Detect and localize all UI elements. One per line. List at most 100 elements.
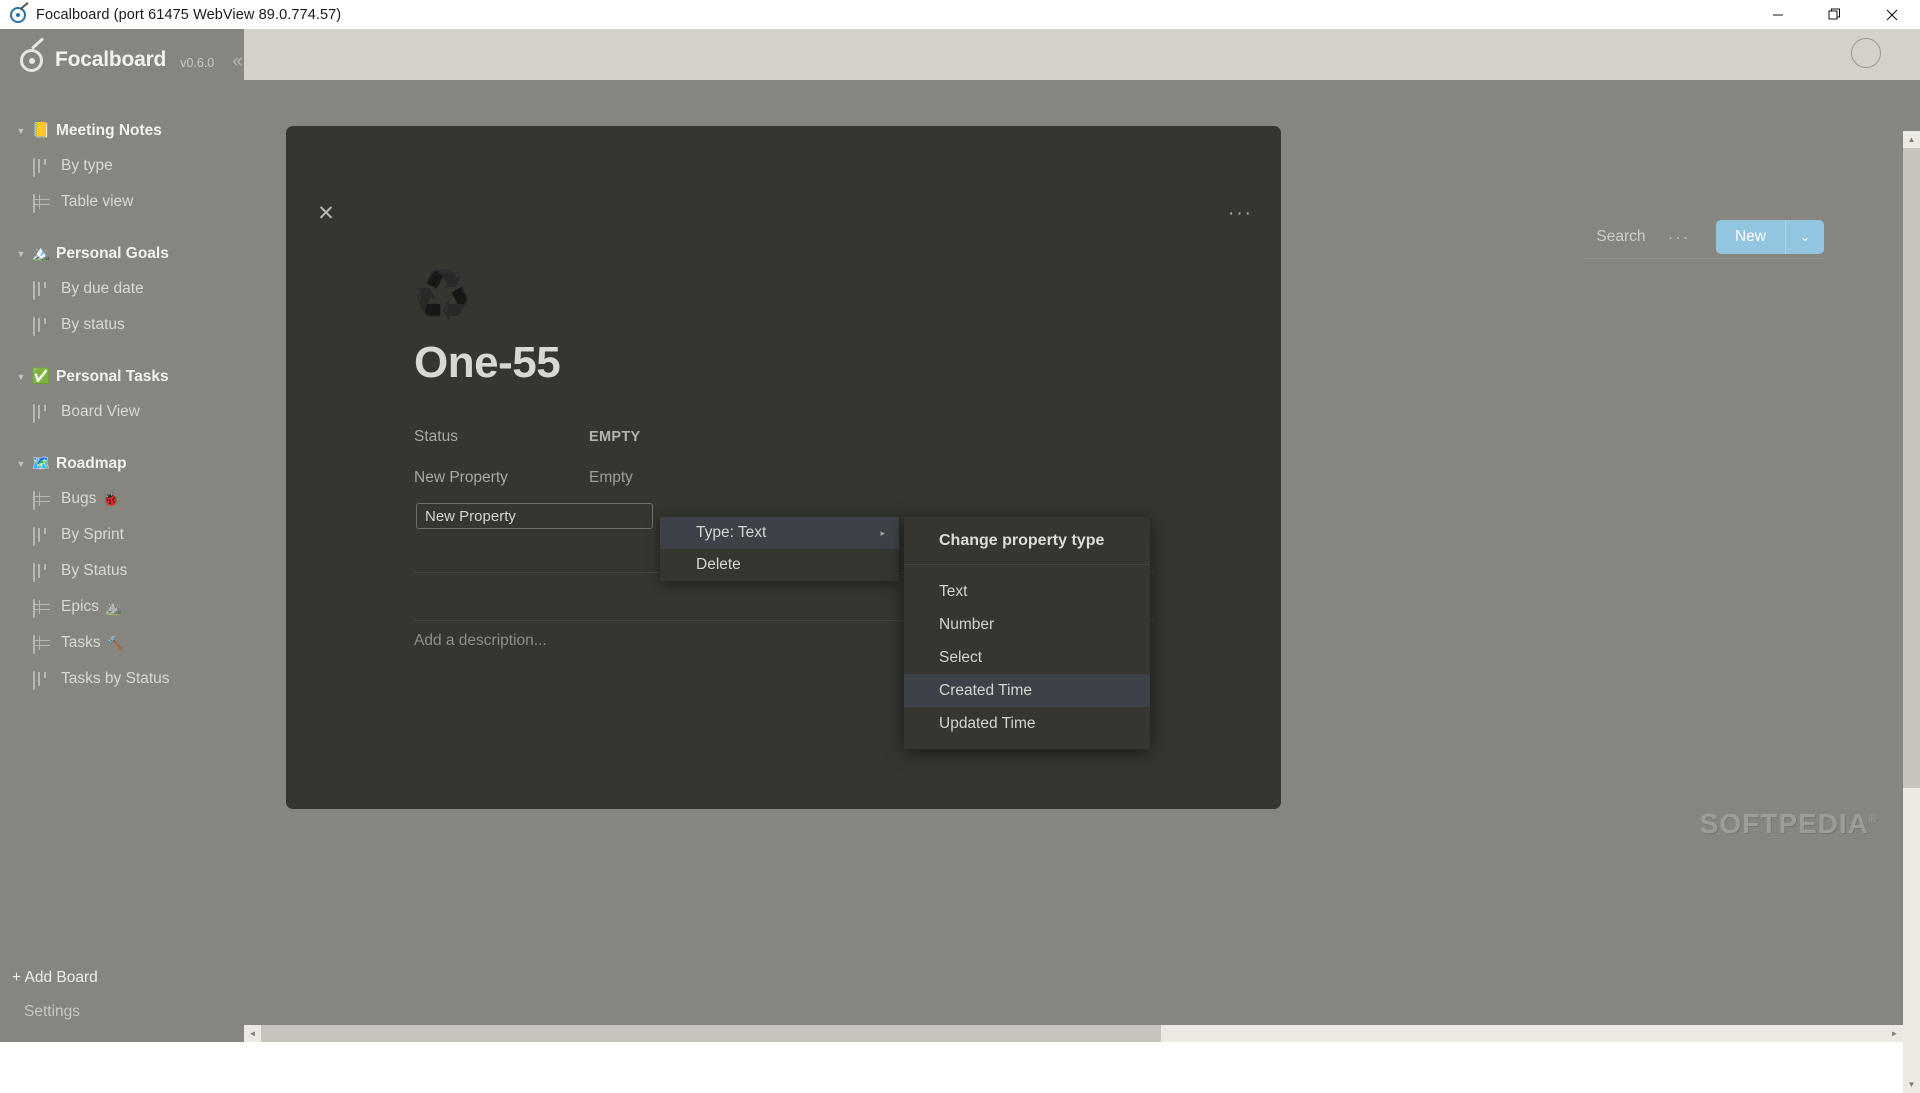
submenu-item-number[interactable]: Number — [904, 608, 1150, 641]
property-name[interactable]: New Property — [414, 469, 589, 487]
sidebar: Focalboard v0.6.0 « ▼ 📒 Meeting Notes By… — [0, 29, 244, 1042]
recycling-symbol-icon[interactable]: ♻️ — [414, 272, 471, 318]
sidebar-item-label: Epics ⛰️ — [61, 598, 122, 616]
sidebar-board-header[interactable]: ▼ 🗺️ Roadmap — [0, 446, 244, 481]
menu-item-type-text[interactable]: Type: Text ▸ — [660, 517, 899, 549]
sidebar-item-by-due-date[interactable]: By due date — [0, 271, 244, 307]
board-emoji-icon: 📒 — [31, 122, 51, 139]
add-board-button[interactable]: + Add Board — [0, 962, 244, 994]
property-name-input[interactable] — [416, 503, 653, 529]
property-value[interactable]: Empty — [589, 469, 633, 487]
property-name[interactable]: Status — [414, 428, 589, 446]
sidebar-board-header[interactable]: ▼ 🏔️ Personal Goals — [0, 236, 244, 271]
submenu-item-select[interactable]: Select — [904, 641, 1150, 674]
horizontal-scrollbar[interactable]: ◄ ► — [244, 1025, 1920, 1042]
toolbar-divider — [1584, 258, 1824, 259]
submenu-item-label: Created Time — [939, 681, 1033, 699]
scroll-up-icon[interactable]: ▲ — [1903, 131, 1920, 148]
chevron-down-icon[interactable]: ▼ — [14, 249, 28, 259]
focalboard-logo-icon — [20, 37, 46, 73]
submenu-item-created-time[interactable]: Created Time — [904, 674, 1150, 707]
sidebar-board-header[interactable]: ▼ 📒 Meeting Notes — [0, 113, 244, 148]
softpedia-watermark: SOFTPEDIA® — [1700, 808, 1878, 840]
board-view-icon — [33, 403, 51, 423]
menu-item-delete[interactable]: Delete — [660, 549, 899, 581]
new-card-button-group: New ⌄ — [1715, 220, 1824, 254]
scroll-down-icon[interactable]: ▼ — [1903, 1076, 1920, 1093]
sidebar-item-by-status-roadmap[interactable]: By Status — [0, 553, 244, 589]
sidebar-item-board-view[interactable]: Board View — [0, 394, 244, 430]
card-description-placeholder[interactable]: Add a description... — [414, 632, 547, 650]
board-surface: Search ··· New ⌄ ✕ ··· ♻️ One-55 Status … — [244, 80, 1920, 1093]
chevron-down-icon[interactable]: ▼ — [14, 372, 28, 382]
new-card-button[interactable]: New — [1716, 220, 1786, 254]
board-emoji-icon: 🏔️ — [31, 245, 51, 262]
submenu-item-label: Number — [939, 615, 995, 633]
submenu-item-updated-time[interactable]: Updated Time — [904, 707, 1150, 740]
sidebar-item-epics[interactable]: Epics ⛰️ — [0, 589, 244, 625]
chevron-down-icon[interactable]: ⌄ — [1786, 220, 1824, 254]
sidebar-board-list: ▼ 📒 Meeting Notes By type Table view ▼ 🏔… — [0, 91, 244, 697]
sidebar-item-label: Tasks by Status — [61, 670, 170, 687]
sidebar-item-bugs[interactable]: Bugs 🐞 — [0, 481, 244, 517]
sidebar-item-by-type[interactable]: By type — [0, 148, 244, 184]
hammer-emoji-icon: 🔨 — [106, 634, 125, 651]
sidebar-item-tasks-by-status[interactable]: Tasks by Status — [0, 661, 244, 697]
table-view-icon — [33, 490, 51, 510]
sidebar-item-text: Bugs — [61, 490, 97, 507]
submenu-item-label: Select — [939, 648, 983, 666]
brand-name: Focalboard — [55, 48, 167, 71]
board-title: Roadmap — [56, 454, 127, 472]
sidebar-item-by-sprint[interactable]: By Sprint — [0, 517, 244, 553]
window-titlebar: Focalboard (port 61475 WebView 89.0.774.… — [0, 0, 1920, 29]
sidebar-item-table-view[interactable]: Table view — [0, 184, 244, 220]
table-view-icon — [33, 193, 51, 213]
sidebar-item-tasks[interactable]: Tasks 🔨 — [0, 625, 244, 661]
table-view-icon — [33, 598, 51, 618]
sidebar-board-header[interactable]: ▼ ✅ Personal Tasks — [0, 359, 244, 394]
collapse-sidebar-icon[interactable]: « — [232, 50, 243, 71]
submenu-item-label: Text — [939, 582, 968, 600]
scroll-left-icon[interactable]: ◄ — [244, 1025, 261, 1042]
vertical-scrollbar[interactable]: ▲ ▼ — [1903, 131, 1920, 1093]
sidebar-board-personal-tasks: ▼ ✅ Personal Tasks Board View — [0, 359, 244, 430]
board-view-icon — [33, 562, 51, 582]
chevron-down-icon[interactable]: ▼ — [14, 459, 28, 469]
minimize-button[interactable] — [1749, 0, 1806, 29]
focalboard-target-icon — [10, 1, 29, 24]
window-controls — [1749, 0, 1920, 29]
settings-button[interactable]: Settings — [0, 994, 244, 1024]
card-title[interactable]: One-55 — [414, 338, 561, 388]
main-area: Search ··· New ⌄ ✕ ··· ♻️ One-55 Status … — [244, 29, 1920, 1093]
card-menu-icon[interactable]: ··· — [1228, 204, 1253, 223]
board-title: Personal Goals — [56, 244, 169, 262]
horizontal-scroll-thumb[interactable] — [261, 1025, 1161, 1042]
board-title: Meeting Notes — [56, 121, 162, 139]
search-input[interactable]: Search — [1596, 228, 1645, 246]
bug-emoji-icon: 🐞 — [102, 490, 120, 507]
submenu-options: Text Number Select Created Time Updated … — [904, 565, 1150, 740]
property-value[interactable]: EMPTY — [589, 429, 640, 445]
sidebar-item-text: Tasks — [61, 634, 101, 651]
scrollbar-corner — [1903, 1025, 1920, 1042]
maximize-restore-button[interactable] — [1806, 0, 1863, 29]
close-icon[interactable]: ✕ — [314, 201, 338, 225]
sidebar-item-label: Table view — [61, 193, 134, 210]
vertical-scroll-thumb[interactable] — [1903, 148, 1920, 788]
board-options-icon[interactable]: ··· — [1668, 228, 1690, 246]
chevron-right-icon: ▸ — [880, 527, 885, 538]
submenu-item-text[interactable]: Text — [904, 575, 1150, 608]
avatar[interactable] — [1851, 38, 1881, 68]
board-view-icon — [33, 157, 51, 177]
window-title: Focalboard (port 61475 WebView 89.0.774.… — [36, 6, 342, 23]
property-row-new-property: New Property Empty — [414, 463, 1014, 493]
scroll-right-icon[interactable]: ► — [1886, 1025, 1903, 1042]
sidebar-board-meeting-notes: ▼ 📒 Meeting Notes By type Table view — [0, 113, 244, 220]
sidebar-item-label: By Status — [61, 562, 128, 579]
board-title: Personal Tasks — [56, 367, 169, 385]
sidebar-item-by-status[interactable]: By status — [0, 307, 244, 343]
submenu-item-label: Updated Time — [939, 714, 1036, 732]
chevron-down-icon[interactable]: ▼ — [14, 126, 28, 136]
close-window-button[interactable] — [1863, 0, 1920, 29]
watermark-registered-mark: ® — [1868, 813, 1878, 826]
